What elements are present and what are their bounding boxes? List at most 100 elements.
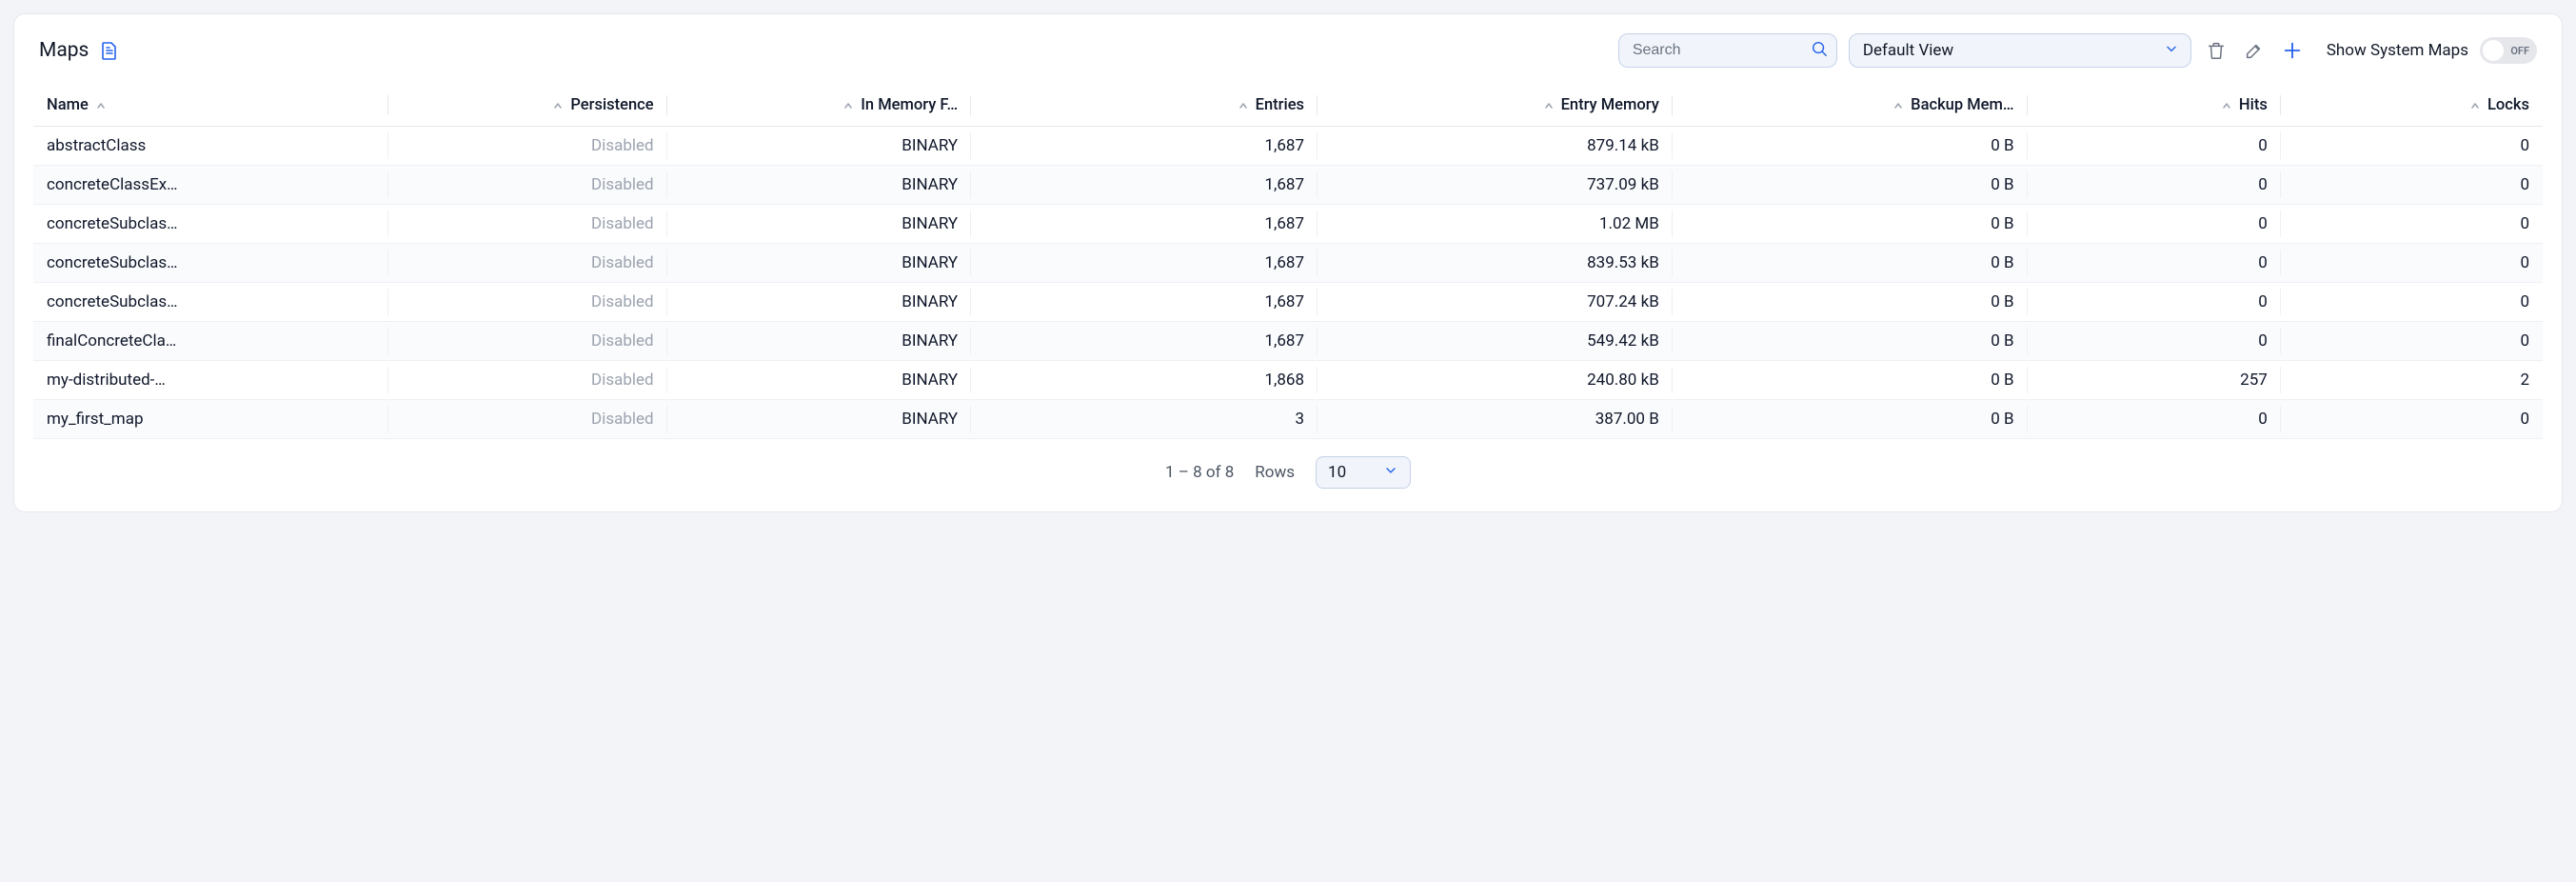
cell-persistence: Disabled [388,205,667,244]
cell-locks: 2 [2281,361,2543,400]
cell-hits: 0 [2028,400,2281,439]
edit-icon [2244,40,2265,61]
col-label: In Memory F… [861,96,958,114]
cell-hits: 257 [2028,361,2281,400]
cell-persistence: Disabled [388,127,667,166]
maps-table: Name Persistence [33,85,2543,439]
sort-asc-icon [2470,101,2480,110]
cell-persistence: Disabled [388,322,667,361]
cell-format: BINARY [667,244,972,283]
cell-entries: 1,687 [971,127,1318,166]
cell-format: BINARY [667,127,972,166]
rows-per-page-value: 10 [1328,463,1346,482]
cell-locks: 0 [2281,205,2543,244]
maps-panel: Maps Default View [13,13,2563,512]
table-row[interactable]: concreteSubclas…DisabledBINARY1,6871.02 … [33,205,2543,244]
rows-per-page-select[interactable]: 10 [1316,456,1411,489]
cell-hits: 0 [2028,322,2281,361]
trash-icon [2206,40,2227,61]
show-system-maps-toggle[interactable]: OFF [2480,37,2537,64]
col-label: Name [47,96,89,114]
cell-hits: 0 [2028,166,2281,205]
edit-button[interactable] [2241,37,2268,64]
col-label: Locks [2487,96,2529,114]
cell-format: BINARY [667,361,972,400]
cell-persistence: Disabled [388,400,667,439]
cell-persistence: Disabled [388,283,667,322]
pagination-range: 1 – 8 of 8 [1165,463,1234,482]
cell-entries: 1,687 [971,322,1318,361]
col-header-format[interactable]: In Memory F… [667,85,972,127]
cell-entry-memory: 549.42 kB [1318,322,1673,361]
plus-icon [2282,40,2303,61]
cell-entry-memory: 839.53 kB [1318,244,1673,283]
cell-locks: 0 [2281,283,2543,322]
cell-backup-memory: 0 B [1673,283,2028,322]
cell-persistence: Disabled [388,361,667,400]
col-header-backup-memory[interactable]: Backup Mem… [1673,85,2028,127]
table-row[interactable]: my-distributed-…DisabledBINARY1,868240.8… [33,361,2543,400]
table-row[interactable]: concreteSubclas…DisabledBINARY1,687839.5… [33,244,2543,283]
cell-name: finalConcreteCla… [33,322,388,361]
show-system-maps-label: Show System Maps [2327,41,2468,60]
table-row[interactable]: concreteClassEx…DisabledBINARY1,687737.0… [33,166,2543,205]
cell-entry-memory: 387.00 B [1318,400,1673,439]
cell-name: concreteSubclas… [33,244,388,283]
view-select-label: Default View [1863,41,1953,60]
cell-entry-memory: 240.80 kB [1318,361,1673,400]
col-header-name[interactable]: Name [33,85,388,127]
pagination-rows-label: Rows [1255,463,1295,482]
cell-entries: 1,687 [971,244,1318,283]
search-input[interactable] [1618,33,1837,68]
cell-hits: 0 [2028,205,2281,244]
table-row[interactable]: finalConcreteCla…DisabledBINARY1,687549.… [33,322,2543,361]
cell-name: my-distributed-… [33,361,388,400]
cell-entries: 1,868 [971,361,1318,400]
page-title: Maps [39,39,89,62]
search-wrap [1618,33,1837,68]
col-label: Hits [2239,96,2268,114]
cell-entry-memory: 879.14 kB [1318,127,1673,166]
add-button[interactable] [2279,37,2306,64]
cell-format: BINARY [667,205,972,244]
col-header-entry-memory[interactable]: Entry Memory [1318,85,1673,127]
sort-asc-icon [2222,101,2231,110]
cell-locks: 0 [2281,322,2543,361]
sort-asc-icon [1544,101,1554,110]
col-header-hits[interactable]: Hits [2028,85,2281,127]
cell-entries: 1,687 [971,283,1318,322]
cell-name: concreteSubclas… [33,205,388,244]
cell-locks: 0 [2281,127,2543,166]
col-label: Persistence [570,96,653,114]
document-icon[interactable] [100,41,119,60]
cell-entry-memory: 1.02 MB [1318,205,1673,244]
cell-hits: 0 [2028,283,2281,322]
toggle-state: OFF [2510,45,2529,57]
chevron-down-icon [1383,463,1398,483]
cell-format: BINARY [667,283,972,322]
chevron-down-icon [2164,41,2179,60]
col-header-entries[interactable]: Entries [971,85,1318,127]
col-header-locks[interactable]: Locks [2281,85,2543,127]
col-header-persistence[interactable]: Persistence [388,85,667,127]
cell-entry-memory: 737.09 kB [1318,166,1673,205]
cell-persistence: Disabled [388,166,667,205]
cell-backup-memory: 0 B [1673,127,2028,166]
cell-hits: 0 [2028,127,2281,166]
cell-name: my_first_map [33,400,388,439]
cell-hits: 0 [2028,244,2281,283]
table-row[interactable]: concreteSubclas…DisabledBINARY1,687707.2… [33,283,2543,322]
table-row[interactable]: my_first_mapDisabledBINARY3387.00 B0 B00 [33,400,2543,439]
cell-entries: 1,687 [971,166,1318,205]
cell-locks: 0 [2281,166,2543,205]
pagination: 1 – 8 of 8 Rows 10 [33,456,2543,489]
cell-name: concreteSubclas… [33,283,388,322]
table-row[interactable]: abstractClassDisabledBINARY1,687879.14 k… [33,127,2543,166]
view-select[interactable]: Default View [1849,33,2191,68]
col-label: Entry Memory [1561,96,1659,114]
cell-persistence: Disabled [388,244,667,283]
sort-asc-icon [1893,101,1903,110]
cell-format: BINARY [667,322,972,361]
cell-backup-memory: 0 B [1673,361,2028,400]
delete-button[interactable] [2203,37,2229,64]
